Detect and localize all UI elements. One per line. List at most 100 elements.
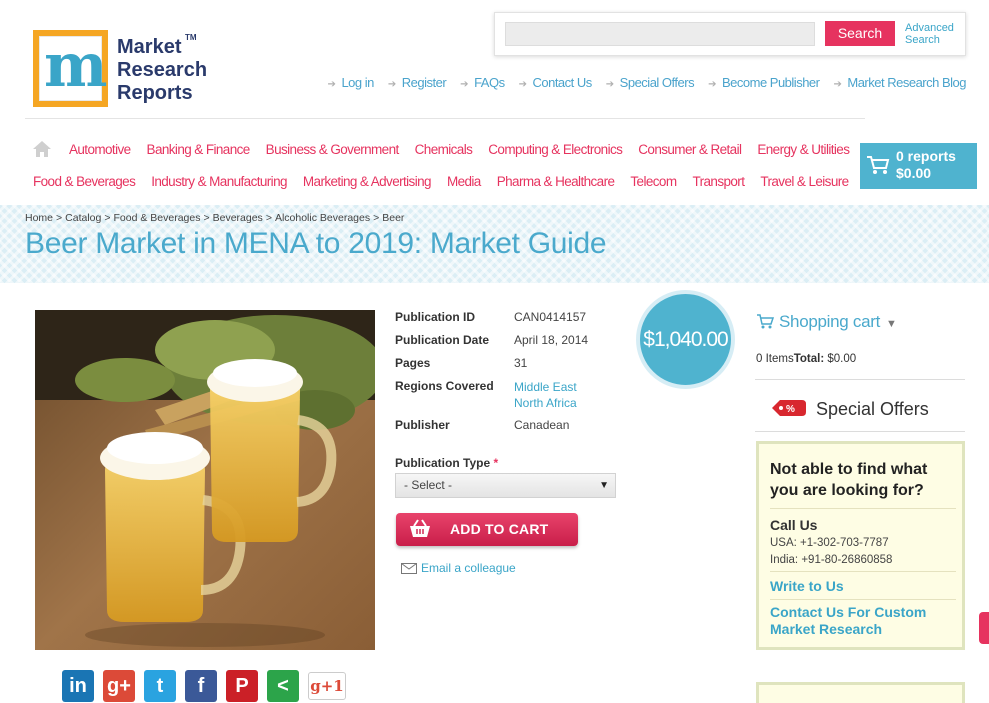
category-banking-finance[interactable]: Banking & Finance — [147, 142, 251, 157]
sidebar-divider-2 — [755, 431, 965, 432]
login-link[interactable]: ➔ Log in — [327, 75, 375, 90]
home-icon[interactable] — [33, 141, 51, 157]
category-industry-manufacturing[interactable]: Industry & Manufacturing — [151, 174, 287, 189]
sidebar-bottom-box — [756, 682, 965, 703]
publication-date-value: April 18, 2014 — [514, 333, 589, 347]
category-food-beverages[interactable]: Food & Beverages — [33, 174, 136, 189]
arrow-icon: ➔ — [327, 79, 336, 90]
gplusone-button[interactable]: g+1 — [308, 672, 346, 700]
region-north-africa-link[interactable]: North Africa — [514, 395, 577, 411]
breadcrumb-food-beverages[interactable]: Food & Beverages — [114, 212, 201, 224]
breadcrumb-alcoholic-beverages[interactable]: Alcoholic Beverages — [275, 212, 370, 224]
arrow-icon: ➔ — [518, 79, 527, 90]
sidebar-cart-total-label: Total: — [793, 353, 825, 365]
page-title: Beer Market in MENA to 2019: Market Guid… — [25, 227, 607, 260]
category-marketing-advertising[interactable]: Marketing & Advertising — [303, 174, 432, 189]
publisher-value: Canadean — [514, 418, 570, 432]
regions-label: Regions Covered — [395, 379, 494, 393]
site-logo[interactable]: m Market Research Reports TM — [33, 30, 208, 110]
breadcrumb-beer[interactable]: Beer — [382, 212, 404, 224]
breadcrumb-beverages[interactable]: Beverages — [213, 212, 263, 224]
publication-date-label: Publication Date — [395, 333, 490, 347]
header-cart-text: 0 reports $0.00 — [896, 148, 956, 182]
category-transport[interactable]: Transport — [692, 174, 744, 189]
category-consumer-retail[interactable]: Consumer & Retail — [638, 142, 742, 157]
category-computing-electronics[interactable]: Computing & Electronics — [488, 142, 623, 157]
contact-us-link-label: Contact Us — [532, 75, 592, 90]
custom-research-line-1: Contact Us For Custom — [770, 604, 927, 620]
sidebar-cart-toggle[interactable]: Shopping cart ▼ — [756, 312, 897, 332]
custom-research-line-2: Market Research — [770, 621, 883, 637]
faqs-link[interactable]: ➔ FAQs — [460, 75, 505, 90]
arrow-icon: ➔ — [387, 79, 396, 90]
product-image — [35, 310, 375, 650]
publication-type-label-text: Publication Type — [395, 456, 491, 470]
category-energy-utilities[interactable]: Energy & Utilities — [757, 142, 850, 157]
cart-icon — [867, 156, 890, 174]
custom-research-link[interactable]: Contact Us For Custom Market Research — [770, 604, 926, 638]
caret-down-icon: ▼ — [599, 480, 609, 491]
breadcrumb: Home > Catalog > Food & Beverages > Beverages >… — [25, 212, 405, 224]
category-telecom[interactable]: Telecom — [630, 174, 677, 189]
breadcrumb-home[interactable]: Home — [25, 212, 53, 224]
logo-trademark: TM — [185, 33, 197, 42]
category-automotive[interactable]: Automotive — [69, 142, 131, 157]
region-middle-east-link[interactable]: Middle East — [514, 379, 577, 395]
category-row-2: Food & Beverages Industry & Manufacturin… — [33, 174, 849, 189]
share-icon[interactable]: < — [267, 670, 299, 702]
sidebar-divider — [755, 379, 965, 380]
blog-link[interactable]: ➔ Market Research Blog — [833, 75, 966, 90]
logo-line-2: Research — [117, 59, 208, 81]
special-offers-label: Special Offers — [816, 399, 929, 419]
search-button[interactable]: Search — [825, 21, 895, 46]
facebook-icon[interactable]: f — [185, 670, 217, 702]
sidebar-cart-title: Shopping cart — [779, 312, 881, 331]
header-cart[interactable]: 0 reports $0.00 — [860, 143, 977, 189]
twitter-icon[interactable]: t — [144, 670, 176, 702]
faqs-link-label: FAQs — [474, 75, 505, 90]
logo-wordmark: Market Research Reports — [117, 36, 207, 105]
help-divider — [770, 508, 956, 509]
linkedin-icon[interactable]: in — [62, 670, 94, 702]
special-offers-link-label: Special Offers — [619, 75, 695, 90]
publication-type-select[interactable]: - Select - ▼ — [395, 473, 616, 498]
basket-icon — [410, 519, 430, 537]
contact-us-link[interactable]: ➔ Contact Us — [518, 75, 593, 90]
register-link[interactable]: ➔ Register — [387, 75, 447, 90]
sidebar-cart-total-value: $0.00 — [827, 353, 857, 365]
category-media[interactable]: Media — [447, 174, 481, 189]
social-share-bar: in g+ t f P < g+1 — [62, 670, 346, 702]
register-link-label: Register — [401, 75, 447, 90]
add-to-cart-button[interactable]: ADD TO CART — [396, 513, 578, 546]
special-offers-heading[interactable]: % Special Offers — [770, 398, 929, 420]
price-badge: $1,040.00 — [636, 290, 735, 389]
breadcrumb-catalog[interactable]: Catalog — [65, 212, 101, 224]
top-nav: ➔ Log in ➔ Register ➔ FAQs ➔ Contact Us ➔ Spe… — [327, 75, 967, 90]
pinterest-icon[interactable]: P — [226, 670, 258, 702]
arrow-icon: ➔ — [460, 79, 469, 90]
logo-m-glyph: m — [44, 31, 107, 101]
category-travel-leisure[interactable]: Travel & Leisure — [760, 174, 849, 189]
email-colleague-link[interactable]: Email a colleague — [401, 561, 516, 575]
become-publisher-link[interactable]: ➔ Become Publisher — [708, 75, 820, 90]
search-input[interactable] — [505, 22, 815, 46]
googleplus-icon[interactable]: g+ — [103, 670, 135, 702]
category-chemicals[interactable]: Chemicals — [415, 142, 473, 157]
write-to-us-link[interactable]: Write to Us — [770, 578, 844, 595]
cart-total: $0.00 — [896, 165, 932, 181]
special-offers-link[interactable]: ➔ Special Offers — [606, 75, 695, 90]
feedback-tab[interactable] — [979, 612, 989, 644]
category-business-government[interactable]: Business & Government — [266, 142, 400, 157]
logo-mark-inner: m — [39, 31, 107, 101]
help-box: Not able to find what you are looking fo… — [756, 441, 965, 650]
advanced-search-link[interactable]: Advanced Search — [905, 22, 954, 46]
svg-text:%: % — [786, 404, 795, 415]
blog-link-label: Market Research Blog — [847, 75, 966, 90]
chevron-down-icon: ▼ — [886, 318, 897, 330]
publisher-label: Publisher — [395, 418, 450, 432]
required-mark: * — [493, 456, 499, 470]
pages-value: 31 — [514, 356, 528, 370]
cart-icon — [757, 314, 775, 329]
category-pharma-healthcare[interactable]: Pharma & Healthcare — [497, 174, 615, 189]
sidebar-cart-items: 0 Items — [756, 353, 794, 365]
